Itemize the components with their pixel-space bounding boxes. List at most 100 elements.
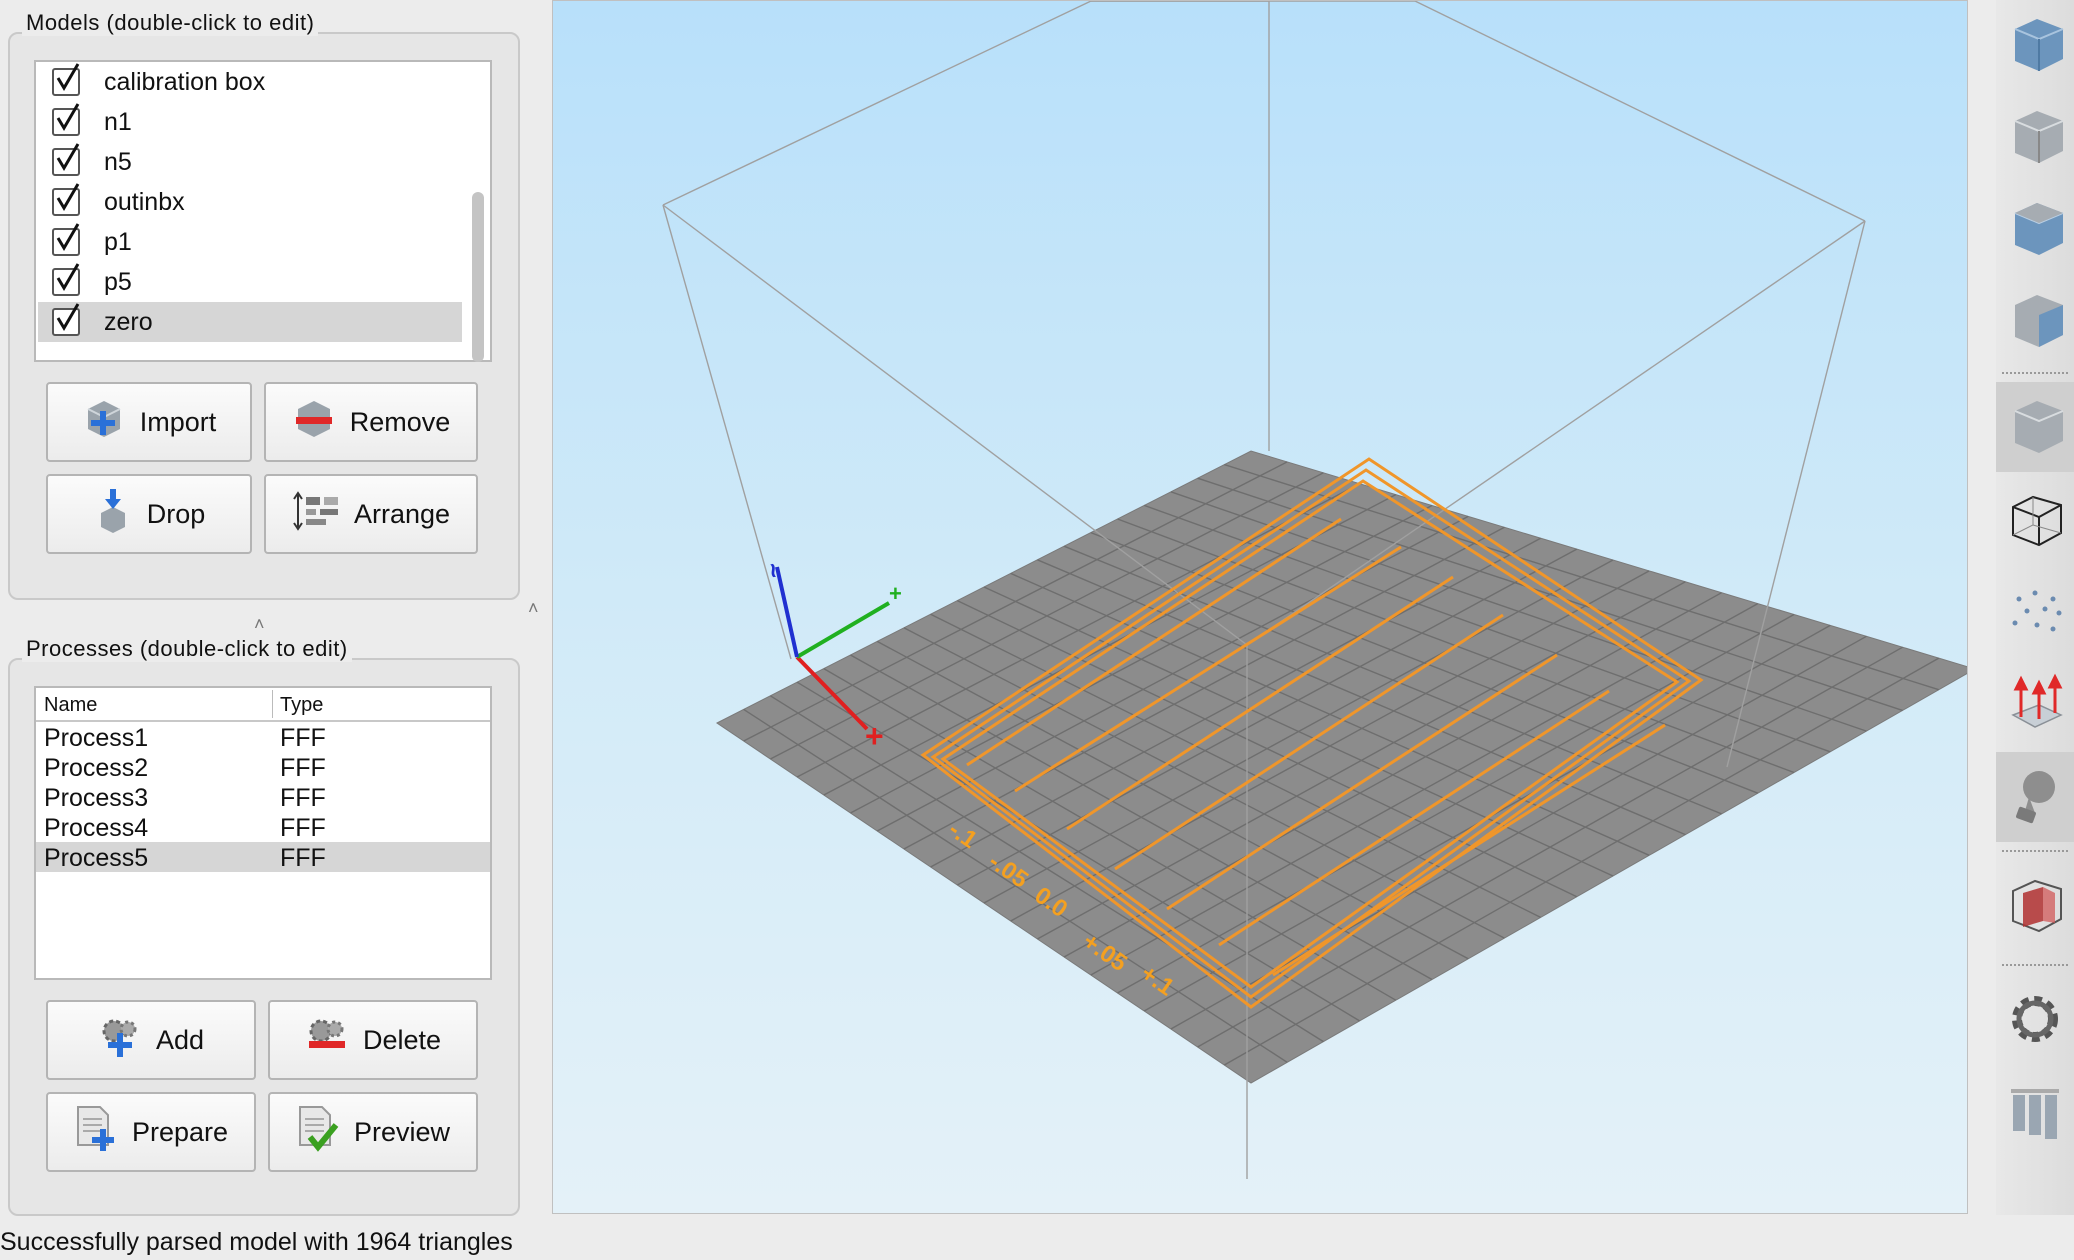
model-list-item[interactable]: n5 — [38, 142, 462, 182]
model-name: zero — [104, 307, 153, 336]
view-iso-button[interactable] — [1996, 0, 2074, 90]
y-axis-marker: + — [889, 581, 902, 606]
panel-splitter-handle[interactable]: ˄ — [528, 598, 539, 619]
model-list-item[interactable]: p5 — [38, 262, 462, 302]
process-row[interactable]: Process4 FFF — [36, 812, 490, 842]
drop-button[interactable]: Drop — [46, 474, 252, 554]
wireframe-icon — [2003, 487, 2067, 556]
view-iso-icon — [2003, 11, 2067, 80]
columns-icon — [2003, 1079, 2067, 1148]
solid-render-button[interactable] — [1996, 382, 2074, 472]
model-visibility-checkbox[interactable] — [52, 303, 80, 336]
model-visibility-checkbox[interactable] — [52, 263, 80, 296]
process-type: FFF — [280, 754, 326, 782]
settings-button[interactable] — [1996, 976, 2074, 1066]
preview-icon — [296, 1105, 340, 1160]
delete-button-label: Delete — [362, 1024, 442, 1055]
toolbar-separator — [2002, 964, 2068, 966]
view-toolbar — [1996, 0, 2074, 1215]
wireframe-button[interactable] — [1996, 476, 2074, 566]
process-name: Process3 — [44, 784, 149, 812]
drop-icon — [93, 487, 133, 542]
arrange-icon — [292, 490, 340, 538]
solid-render-icon — [2003, 393, 2067, 462]
model-name: n5 — [104, 147, 132, 176]
process-name: Process1 — [44, 724, 149, 752]
model-visibility-checkbox[interactable] — [52, 103, 80, 136]
columns-button[interactable] — [1996, 1068, 2074, 1158]
3d-viewport[interactable]: -.1 -.05 0.0 +.05 +.1 + + ~ — [552, 0, 1968, 1214]
normals-icon — [2003, 671, 2067, 740]
import-button[interactable]: Import — [46, 382, 252, 462]
model-name: calibration box — [104, 67, 266, 96]
add-button[interactable]: Add — [46, 1000, 256, 1080]
prepare-icon — [74, 1105, 118, 1160]
process-row[interactable]: Process1 FFF — [36, 722, 490, 752]
model-list-item[interactable]: outinbx — [38, 182, 462, 222]
delete-process-icon — [305, 1015, 349, 1066]
column-header-type[interactable]: Type — [280, 694, 323, 717]
remove-icon — [292, 397, 336, 448]
process-name: Process2 — [44, 754, 149, 782]
checkmark-icon — [56, 143, 80, 171]
process-type: FFF — [280, 724, 326, 752]
toolbar-separator — [2002, 850, 2068, 852]
process-type: FFF — [280, 844, 326, 872]
3d-scene[interactable]: -.1 -.05 0.0 +.05 +.1 + + ~ — [553, 1, 1967, 1213]
process-row[interactable]: Process3 FFF — [36, 782, 490, 812]
normals-button[interactable] — [1996, 660, 2074, 750]
add-button-label: Add — [155, 1024, 205, 1055]
settings-gear-icon — [2003, 987, 2067, 1056]
view-side-button[interactable] — [1996, 276, 2074, 366]
model-visibility-checkbox[interactable] — [52, 143, 80, 176]
model-list-item[interactable]: n1 — [38, 102, 462, 142]
model-name: p5 — [104, 267, 132, 296]
model-list-item[interactable]: p1 — [38, 222, 462, 262]
checkmark-icon — [56, 303, 80, 331]
splitter-handle[interactable]: ˄ — [254, 614, 265, 635]
preview-button[interactable]: Preview — [268, 1092, 478, 1172]
point-cloud-icon — [2003, 579, 2067, 648]
process-row[interactable]: Process5 FFF — [36, 842, 490, 872]
processes-group-title: Processes (double-click to edit) — [22, 636, 352, 662]
processes-table[interactable]: Name Type Process1 FFF Process2 FFF Process3… — [34, 686, 492, 980]
view-top-button[interactable] — [1996, 184, 2074, 274]
models-list[interactable]: calibration box n1 n5 outinbx p1 p5 zero — [34, 60, 492, 362]
delete-button[interactable]: Delete — [268, 1000, 478, 1080]
point-cloud-button[interactable] — [1996, 568, 2074, 658]
drop-button-label: Drop — [146, 498, 206, 529]
lighting-button[interactable] — [1996, 752, 2074, 842]
column-separator[interactable] — [272, 690, 273, 718]
model-name: n1 — [104, 107, 132, 136]
model-list-item[interactable]: calibration box — [38, 62, 462, 102]
column-header-name[interactable]: Name — [44, 694, 97, 717]
process-type: FFF — [280, 784, 326, 812]
model-visibility-checkbox[interactable] — [52, 183, 80, 216]
arrange-button[interactable]: Arrange — [264, 474, 478, 554]
process-type: FFF — [280, 814, 326, 842]
model-visibility-checkbox[interactable] — [52, 223, 80, 256]
prepare-button-label: Prepare — [131, 1116, 229, 1147]
view-front-icon — [2003, 103, 2067, 172]
toolbar-separator — [2002, 372, 2068, 374]
checkmark-icon — [56, 183, 80, 211]
process-name: Process4 — [44, 814, 149, 842]
remove-button[interactable]: Remove — [264, 382, 478, 462]
model-name: outinbx — [104, 187, 185, 216]
x-axis-marker: + — [865, 718, 884, 754]
view-front-button[interactable] — [1996, 92, 2074, 182]
prepare-button[interactable]: Prepare — [46, 1092, 256, 1172]
process-row[interactable]: Process2 FFF — [36, 752, 490, 782]
processes-table-header: Name Type — [36, 688, 490, 722]
models-list-scrollbar[interactable] — [472, 192, 484, 362]
remove-button-label: Remove — [349, 406, 451, 437]
import-icon — [82, 397, 126, 448]
cross-section-button[interactable] — [1996, 862, 2074, 952]
z-axis-marker: ~ — [757, 560, 789, 580]
process-name: Process5 — [44, 844, 149, 872]
lighting-icon — [2003, 763, 2067, 832]
checkmark-icon — [56, 63, 80, 91]
model-list-item[interactable]: zero — [38, 302, 462, 342]
model-visibility-checkbox[interactable] — [52, 63, 80, 96]
status-bar-message: Successfully parsed model with 1964 tria… — [0, 1228, 513, 1256]
